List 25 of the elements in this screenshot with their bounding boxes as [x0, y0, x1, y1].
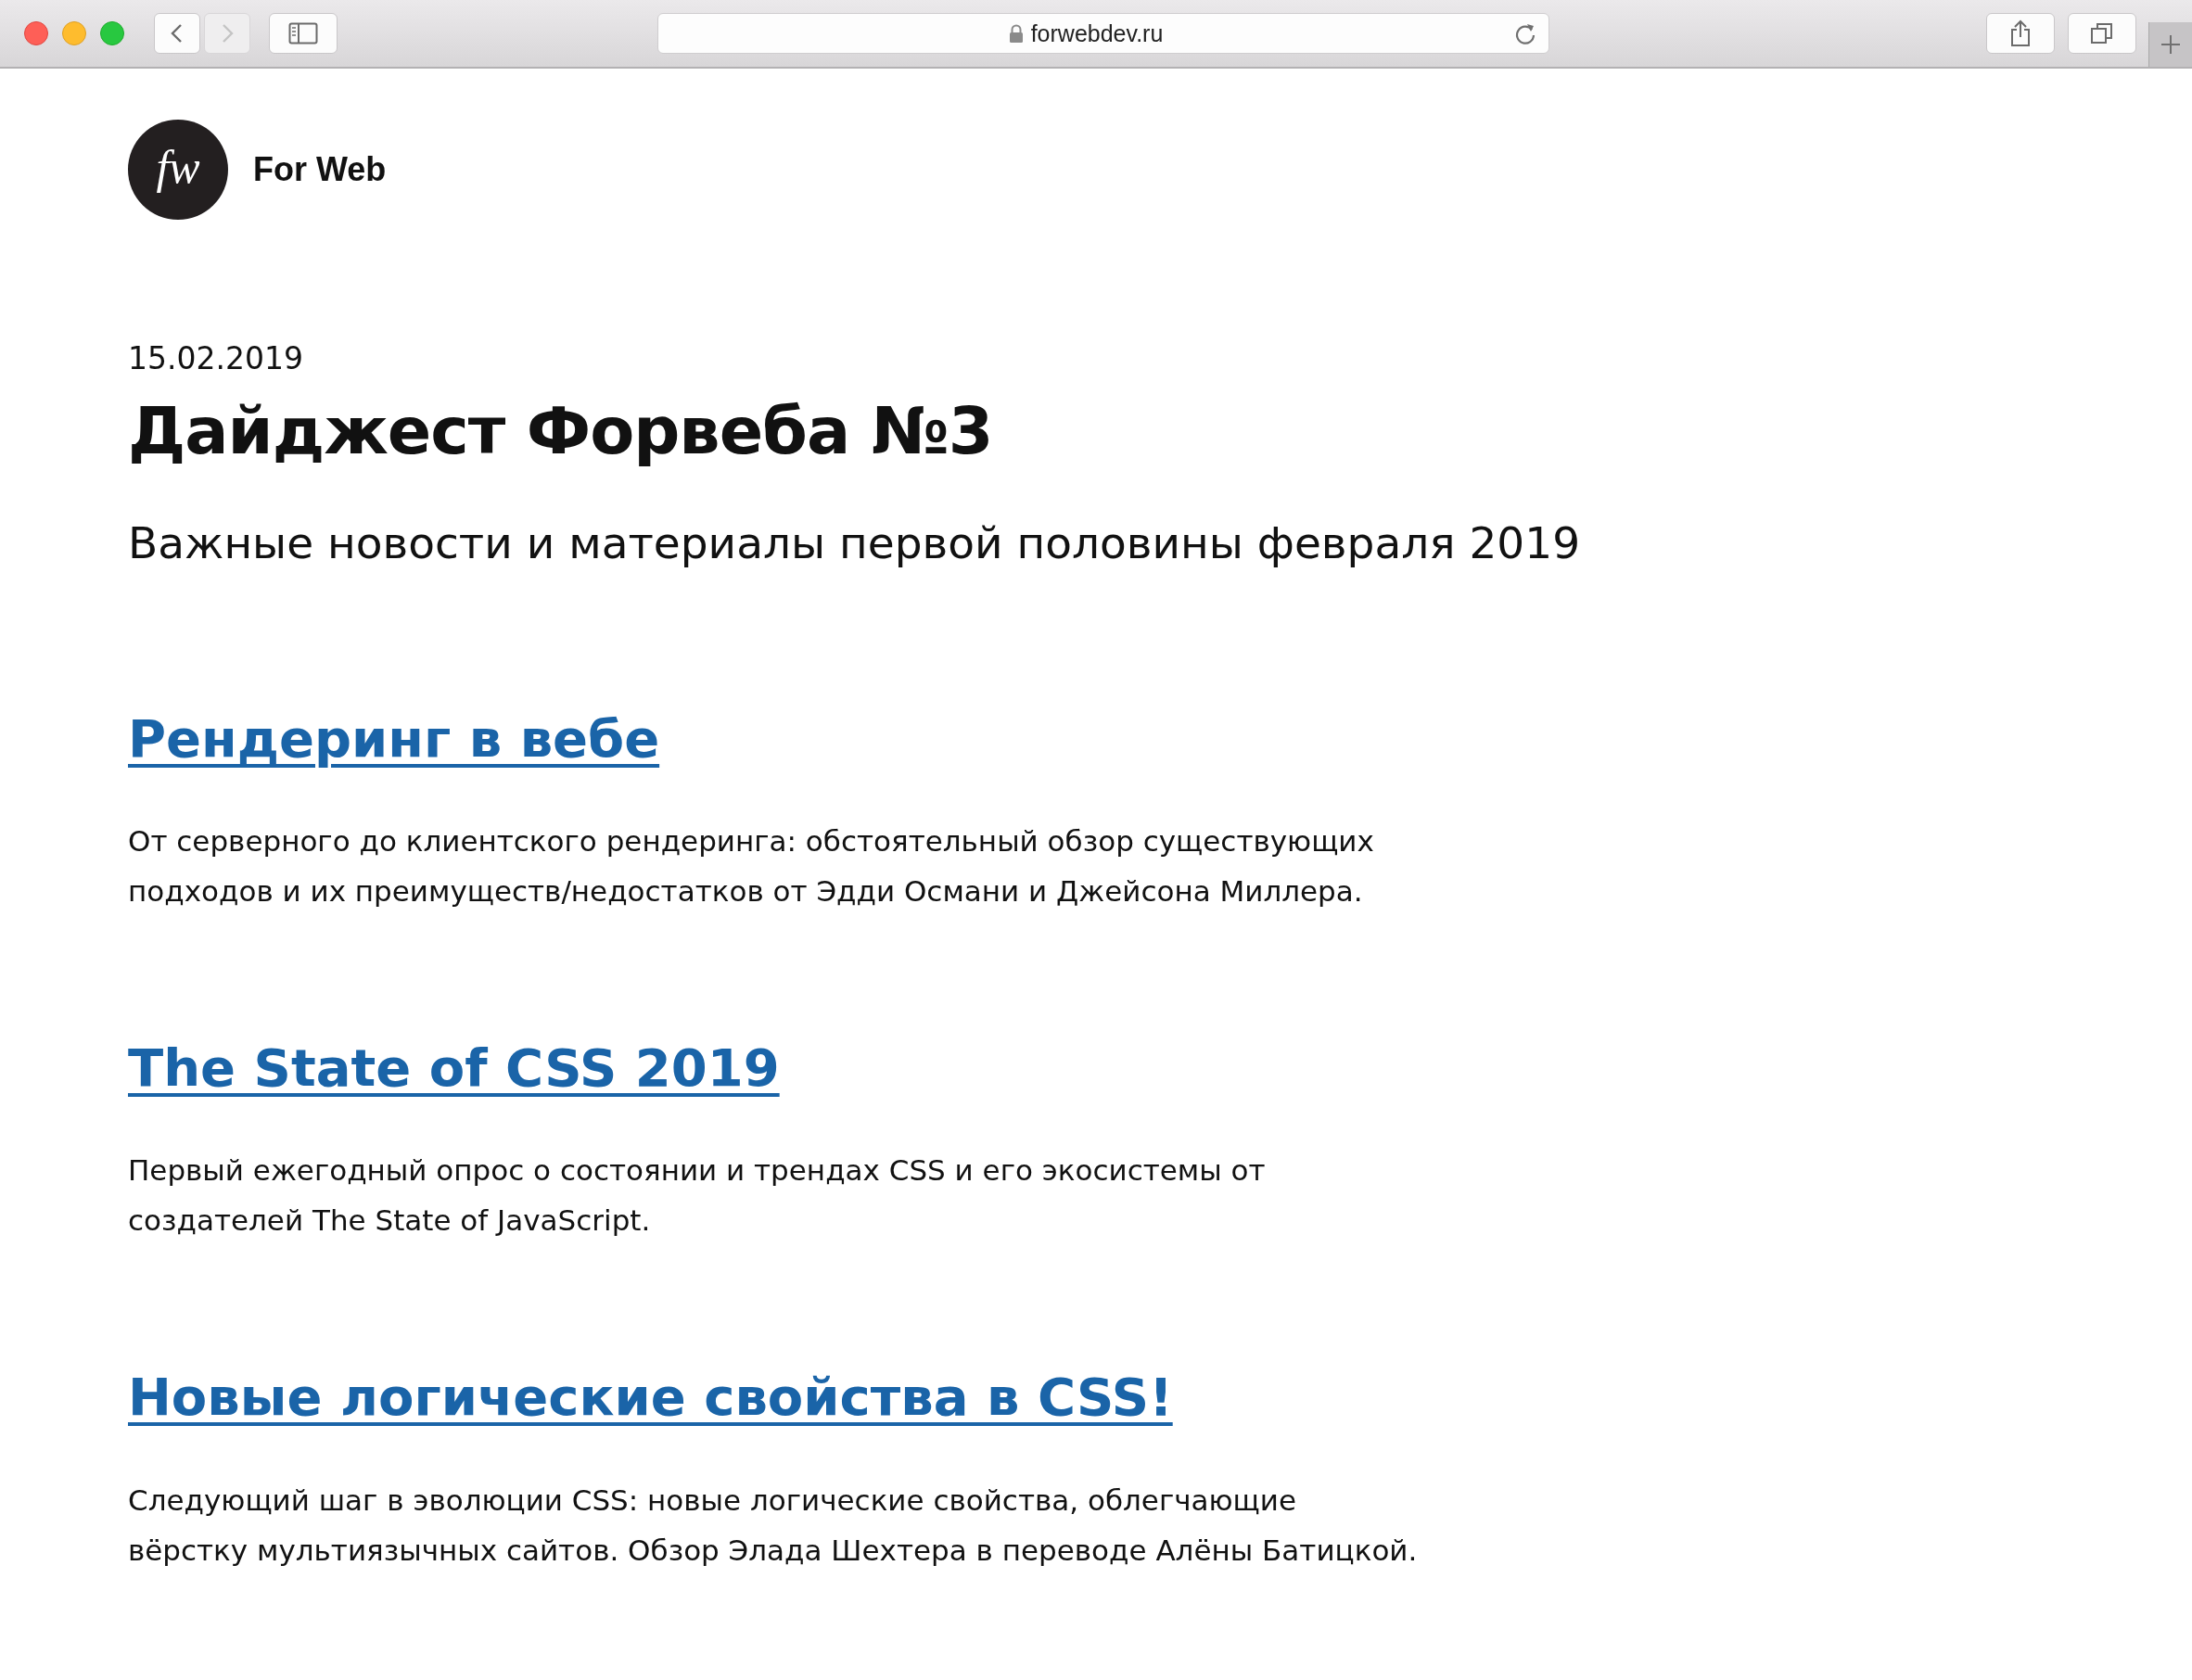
- sidebar-icon: [288, 22, 318, 45]
- logo[interactable]: fw: [128, 120, 228, 220]
- tabs-button[interactable]: [2068, 13, 2136, 54]
- article-subtitle: Важные новости и материалы первой половины февраля 2019: [128, 517, 1582, 568]
- site-name[interactable]: For Web: [253, 150, 387, 189]
- back-button[interactable]: [154, 13, 200, 54]
- tabs-icon: [2090, 21, 2114, 45]
- sidebar-button[interactable]: [269, 13, 338, 54]
- reload-icon[interactable]: [1513, 21, 1537, 45]
- lock-icon: [1008, 24, 1024, 43]
- article-description: От серверного до клиентского рендеринга: обстоятельный обзор существующих подходов и их преимуществ/недостатков от Эдди Османи и Джейсона Миллера.: [128, 823, 1375, 910]
- plus-icon: [2160, 33, 2182, 56]
- article-description: Первый ежегодный опрос о состоянии и трендах CSS и его экосистемы от создателей The State of JavaScript.: [128, 1152, 1267, 1240]
- article-date: 15.02.2019: [128, 340, 304, 376]
- article-link[interactable]: The State of CSS 2019: [128, 1037, 780, 1099]
- article-description: Следующий шаг в эволюции CSS: новые логические свойства, облегчающие вёрстку мультиязычных сайтов. Обзор Элада Шехтера в переводе Алёны Батицкой.: [128, 1482, 1419, 1569]
- article-link[interactable]: Рендеринг в вебе: [128, 708, 660, 769]
- url-text: forwebdev.ru: [1030, 19, 1164, 47]
- new-tab-button[interactable]: [2148, 22, 2192, 67]
- address-bar[interactable]: forwebdev.ru: [657, 13, 1549, 54]
- article-title: Дайджест Форвеба №3: [128, 393, 994, 469]
- share-button[interactable]: [1986, 13, 2055, 54]
- share-icon: [2010, 19, 2031, 47]
- article-link[interactable]: Новые логические свойства в CSS!: [128, 1367, 1173, 1428]
- close-button[interactable]: [24, 21, 48, 45]
